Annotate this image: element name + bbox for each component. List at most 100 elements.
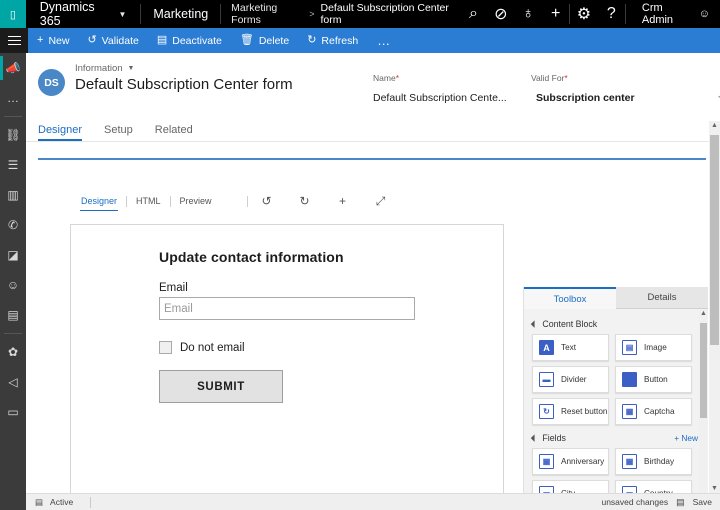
new-button[interactable]: + New xyxy=(28,28,78,53)
user-name-label: Crm Admin xyxy=(642,2,690,26)
scroll-up-icon[interactable]: ▲ xyxy=(709,122,720,129)
field-name-value[interactable]: Default Subscription Cente... xyxy=(373,92,531,104)
tile-reset-button[interactable]: ↻ Reset button xyxy=(532,398,609,425)
breadcrumb-parent[interactable]: Marketing Forms xyxy=(231,2,303,26)
email-input[interactable]: Email xyxy=(159,297,415,320)
validate-button[interactable]: ↺ Validate xyxy=(78,28,147,53)
undo-icon[interactable]: ↺ xyxy=(248,194,286,208)
delete-button-label: Delete xyxy=(259,35,289,47)
group-title-content-block: Content Block xyxy=(542,319,597,329)
avatar: DS xyxy=(38,69,65,96)
hamburger-menu-icon[interactable] xyxy=(0,28,28,53)
sidebar-item-forms[interactable]: ▤ xyxy=(0,300,26,330)
sidebar-item-segments[interactable]: ⛓ xyxy=(0,120,26,150)
sidebar-item-campaign[interactable]: ◁ xyxy=(0,367,26,397)
header-fields: Name* Default Subscription Cente... Vali… xyxy=(373,63,706,104)
user-menu[interactable]: Crm Admin ☺ xyxy=(626,2,720,26)
campaign-icon: ◁ xyxy=(8,375,17,389)
save-disk-icon[interactable]: ▤ xyxy=(676,497,685,508)
sidebar-item-settings[interactable]: ✿ xyxy=(0,337,26,367)
toolbox-panel: Toolbox Details ◣ Content Block A Text ▤… xyxy=(523,287,708,510)
required-asterisk: * xyxy=(396,73,399,83)
scroll-up-icon[interactable]: ▲ xyxy=(699,310,708,317)
toolbox-scrollbar[interactable]: ▲ ▼ xyxy=(699,309,708,510)
sidebar-item-marketing[interactable]: 📣 xyxy=(0,53,26,83)
triangle-collapse-icon: ◣ xyxy=(530,319,539,328)
page-scrollbar[interactable]: ▲ ▼ xyxy=(709,121,720,493)
tab-details[interactable]: Details xyxy=(616,287,708,309)
help-icon[interactable]: ? xyxy=(598,0,625,28)
page-title: Default Subscription Center form xyxy=(75,76,293,93)
chevron-down-icon[interactable]: ⌄ xyxy=(716,90,720,101)
brand-label: Dynamics 365 xyxy=(40,0,112,28)
tab-related[interactable]: Related xyxy=(155,124,193,141)
save-button[interactable]: Save xyxy=(693,497,712,507)
scroll-down-icon[interactable]: ▼ xyxy=(709,485,720,492)
sidebar-item-phone[interactable]: ✆ xyxy=(0,210,26,240)
person-icon: ☺ xyxy=(699,8,710,20)
sidebar-item-lists[interactable]: ☰ xyxy=(0,150,26,180)
tile-divider[interactable]: ▬ Divider xyxy=(532,366,609,393)
sidebar-item-email[interactable]: ▭ xyxy=(0,397,26,427)
left-navigation-rail: 📣 … ⛓ ☰ ▥ ✆ ◪ ☺ ▤ ✿ ◁ xyxy=(0,53,26,510)
record-tabs: Designer Setup Related xyxy=(26,116,720,142)
tile-anniversary[interactable]: ▦ Anniversary xyxy=(532,448,609,475)
form-canvas[interactable]: Update contact information Email Email D… xyxy=(70,224,504,510)
tab-toolbox[interactable]: Toolbox xyxy=(524,287,616,309)
deactivate-button[interactable]: ▤ Deactivate xyxy=(148,28,231,53)
group-header-fields[interactable]: ◣ Fields + New xyxy=(532,433,698,443)
megaphone-icon: 📣 xyxy=(6,61,21,75)
tile-button[interactable]: Button xyxy=(615,366,692,393)
app-name-marketing[interactable]: Marketing xyxy=(141,7,220,21)
search-icon[interactable]: ⌕ xyxy=(460,0,487,28)
delete-button[interactable]: 🗑 Delete xyxy=(231,28,298,53)
designer-view-tab-preview[interactable]: Preview xyxy=(171,196,221,206)
command-overflow-button[interactable]: … xyxy=(367,33,401,48)
designer-view-tab-html[interactable]: HTML xyxy=(127,196,170,206)
add-icon[interactable]: + xyxy=(324,194,362,208)
sidebar-item-contacts[interactable]: ☺ xyxy=(0,270,26,300)
brand-dynamics365[interactable]: Dynamics 365 ▼ xyxy=(26,0,141,28)
tab-setup[interactable]: Setup xyxy=(104,124,133,141)
tile-label: Reset button xyxy=(561,407,607,416)
gear-icon: ✿ xyxy=(8,345,18,359)
refresh-button[interactable]: ↻ Refresh xyxy=(298,28,367,53)
sidebar-item-dashboard[interactable]: ▥ xyxy=(0,180,26,210)
tab-designer[interactable]: Designer xyxy=(38,124,82,141)
entity-selector[interactable]: Information ▼ xyxy=(75,63,293,74)
field-valid-for-value[interactable]: Subscription center xyxy=(531,92,706,104)
assistant-icon[interactable]: ⊘ xyxy=(487,0,514,28)
page-scrollbar-thumb[interactable] xyxy=(710,135,719,345)
triangle-collapse-icon: ◣ xyxy=(530,433,539,442)
sidebar-item-recent[interactable]: … xyxy=(0,83,26,113)
new-button-label: New xyxy=(48,35,69,47)
forms-icon: ▤ xyxy=(7,308,18,322)
tile-label: Text xyxy=(561,343,576,352)
tile-text[interactable]: A Text xyxy=(532,334,609,361)
add-icon[interactable]: + xyxy=(542,0,569,28)
group-header-content-block[interactable]: ◣ Content Block xyxy=(532,319,698,329)
lightbulb-icon[interactable]: ♁ xyxy=(515,0,542,28)
breadcrumb-separator: > xyxy=(309,9,314,19)
tile-captcha[interactable]: ▦ Captcha xyxy=(615,398,692,425)
expand-icon[interactable]: ⤢ xyxy=(362,194,400,209)
settings-gear-icon[interactable]: ⚙ xyxy=(570,0,597,28)
submit-button[interactable]: SUBMIT xyxy=(159,370,283,403)
reports-icon: ◪ xyxy=(7,248,18,262)
designer-view-tab-designer[interactable]: Designer xyxy=(72,196,126,206)
contact-person-icon: ☺ xyxy=(7,278,19,292)
do-not-email-row[interactable]: Do not email xyxy=(159,341,503,354)
toolbox-scrollbar-thumb[interactable] xyxy=(700,323,707,418)
sidebar-item-reports[interactable]: ◪ xyxy=(0,240,26,270)
tile-birthday[interactable]: ▦ Birthday xyxy=(615,448,692,475)
divider xyxy=(4,116,22,117)
tile-label: Button xyxy=(644,375,668,384)
tile-image[interactable]: ▤ Image xyxy=(615,334,692,361)
designer-toolbar: Designer HTML Preview ↺ ↻ + ⤢ xyxy=(38,187,706,215)
do-not-email-checkbox[interactable] xyxy=(159,341,172,354)
divider xyxy=(90,497,91,508)
new-field-link[interactable]: + New xyxy=(674,433,698,443)
segments-icon: ⛓ xyxy=(5,128,20,142)
redo-icon[interactable]: ↻ xyxy=(286,194,324,208)
waffle-icon[interactable]: ▯ xyxy=(0,0,26,28)
